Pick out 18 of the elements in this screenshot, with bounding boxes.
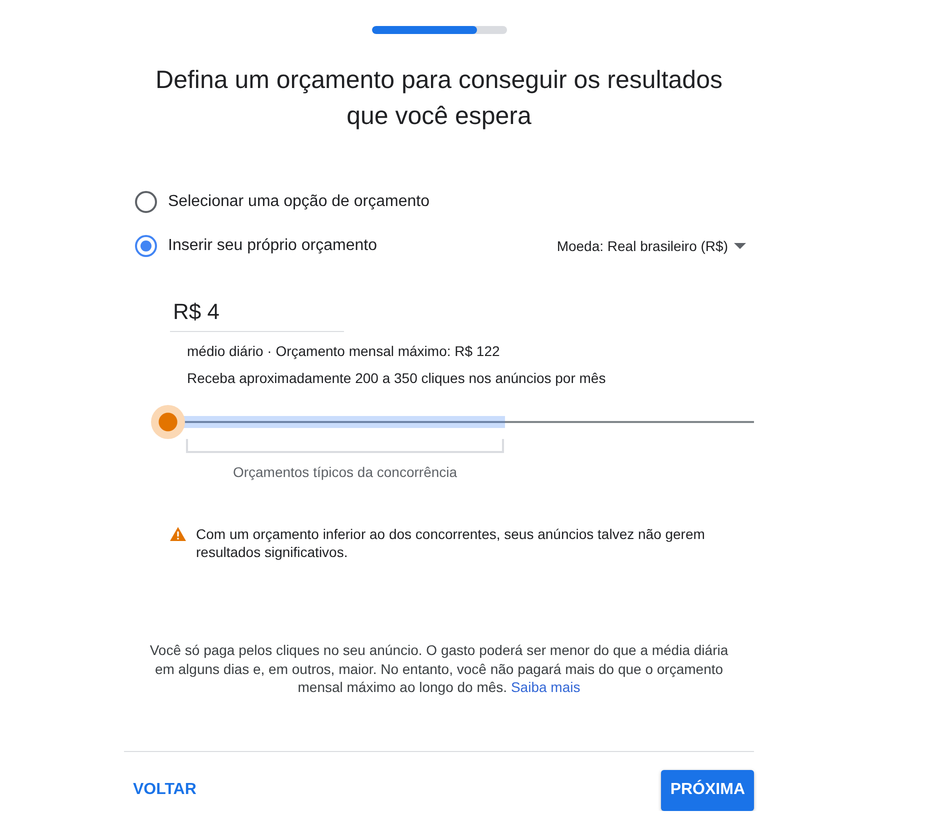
budget-summary: médio diário · Orçamento mensal máximo: R$ 122	[187, 342, 501, 361]
budget-input[interactable]: R$ 4	[170, 292, 344, 332]
currency-dropdown[interactable]: Moeda: Real brasileiro (R$)	[552, 232, 754, 260]
next-button[interactable]: PRÓXIMA	[661, 770, 754, 810]
radio-label[interactable]: Selecionar uma opção de orçamento	[168, 190, 430, 214]
slider-thumb[interactable]	[151, 405, 185, 439]
range-label: Orçamentos típicos da concorrência	[232, 463, 458, 482]
caret-icon	[734, 243, 746, 249]
warning-icon	[170, 527, 186, 541]
radio-label[interactable]: Inserir seu próprio orçamento	[168, 234, 377, 258]
learn-more-link[interactable]: Saiba mais	[510, 679, 580, 695]
clicks-estimate: Receba aproximadamente 200 a 350 cliques nos anúncios por mês	[187, 369, 607, 388]
page-title: Defina um orçamento para conseguir os resultados que você espera	[154, 65, 724, 132]
radio-button[interactable]	[135, 235, 157, 257]
warning-text: Com um orçamento inferior ao dos concorrentes, seus anúncios talvez não gerem resultados significativos.	[196, 525, 706, 561]
back-button[interactable]: VOLTAR	[124, 770, 206, 810]
info-text: Você só paga pelos cliques no seu anúncio. O gasto poderá ser menor do que a média diária em alguns dias e, em outros, maior. No entanto, você não pagará mais do que o orçamento mensal máximo ao longo do mês. Saiba mais	[148, 641, 730, 696]
radio-button[interactable]	[135, 191, 157, 213]
